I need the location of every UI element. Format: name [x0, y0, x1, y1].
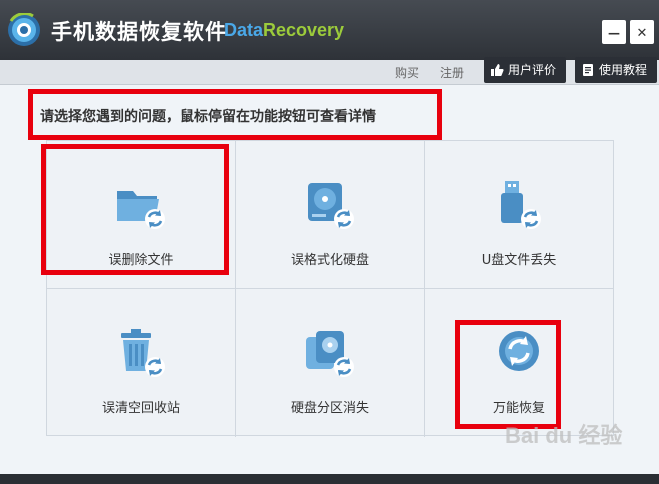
option-recycle-bin-emptied[interactable]: 误清空回收站 — [47, 289, 236, 437]
brand-part-recovery: Recovery — [263, 20, 345, 40]
status-bar — [0, 474, 659, 484]
highlight-box-deleted-files — [41, 144, 229, 275]
brand-part-data: Data — [224, 20, 264, 40]
register-link[interactable]: 注册 — [440, 64, 464, 81]
minimize-button[interactable]: — — [602, 20, 626, 44]
close-icon: ✕ — [636, 26, 648, 41]
document-icon — [583, 64, 593, 76]
buy-link[interactable]: 购买 — [395, 64, 419, 81]
option-label: 误清空回收站 — [101, 401, 180, 416]
option-formatted-disk[interactable]: 误格式化硬盘 — [236, 141, 425, 289]
title-bar: 手机数据恢复软件 DataRecovery — ✕ — [0, 0, 659, 60]
tutorial-label: 使用教程 — [599, 63, 648, 77]
usb-refresh-icon — [501, 181, 541, 229]
option-label: U盘文件丢失 — [481, 253, 557, 268]
minimize-icon: — — [608, 26, 620, 40]
recyclebin-refresh-icon — [121, 329, 165, 377]
highlight-box-prompt — [28, 89, 442, 140]
brand-name: DataRecovery — [224, 20, 344, 41]
watermark: Bai du 经验 — [505, 423, 623, 448]
thumbs-up-icon — [491, 64, 504, 76]
tutorial-button[interactable]: 使用教程 — [575, 57, 657, 83]
harddisk-refresh-icon — [308, 183, 354, 229]
user-review-label: 用户评价 — [508, 63, 557, 77]
user-review-button[interactable]: 用户评价 — [484, 57, 566, 83]
partition-refresh-icon — [306, 331, 354, 377]
option-label: 误格式化硬盘 — [290, 253, 369, 268]
app-title: 手机数据恢复软件 — [51, 20, 227, 44]
option-usb-files-lost[interactable]: U盘文件丢失 — [425, 141, 613, 289]
app-logo-icon — [8, 13, 40, 46]
highlight-box-universal-recovery — [455, 320, 561, 429]
option-label: 硬盘分区消失 — [290, 401, 369, 416]
option-partition-lost[interactable]: 硬盘分区消失 — [236, 289, 425, 437]
close-button[interactable]: ✕ — [630, 20, 654, 44]
